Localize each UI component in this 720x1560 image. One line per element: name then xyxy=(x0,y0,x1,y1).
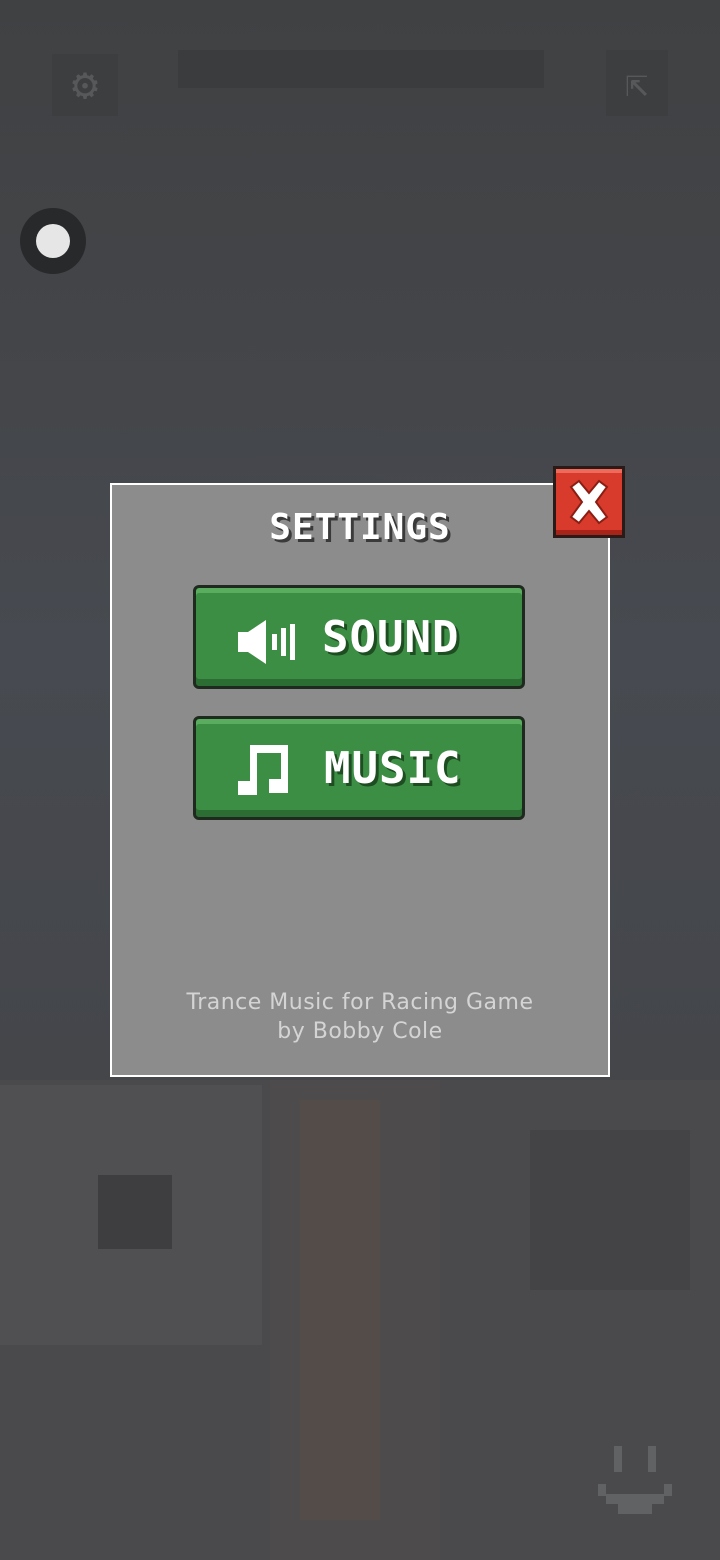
dialog-title: SETTINGS xyxy=(269,507,451,548)
close-button[interactable] xyxy=(553,466,625,538)
credits-line-1: Trance Music for Racing Game xyxy=(186,990,534,1015)
music-label: MUSIC xyxy=(324,743,462,794)
scene-wall-right xyxy=(530,1130,690,1290)
sound-label: SOUND xyxy=(322,612,460,663)
scene-box xyxy=(98,1175,172,1249)
music-credits: Trance Music for Racing Game by Bobby Co… xyxy=(110,988,610,1046)
joystick-knob[interactable] xyxy=(36,224,70,258)
exit-icon[interactable]: ⇱ xyxy=(606,50,668,116)
credits-line-2: by Bobby Cole xyxy=(277,1019,443,1044)
speaker-icon xyxy=(238,620,295,664)
top-status-bar xyxy=(178,50,544,88)
close-x-icon xyxy=(569,479,609,525)
sound-toggle-button[interactable]: SOUND xyxy=(193,585,525,689)
smiley-icon[interactable] xyxy=(598,1440,674,1526)
gear-icon[interactable]: ⚙ xyxy=(52,54,118,116)
scene-character xyxy=(300,1100,380,1520)
music-note-icon xyxy=(238,745,288,795)
joystick-icon[interactable] xyxy=(20,208,86,274)
music-toggle-button[interactable]: MUSIC xyxy=(193,716,525,820)
